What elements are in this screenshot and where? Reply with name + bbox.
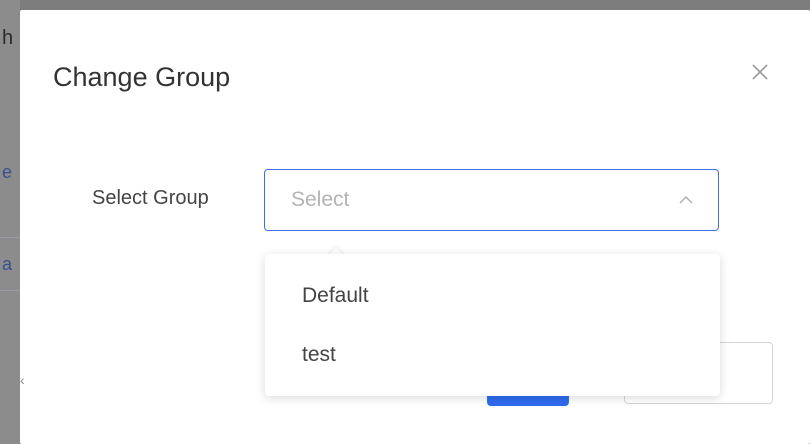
dropdown-option-default[interactable]: Default	[265, 268, 720, 324]
close-icon	[752, 64, 768, 80]
dropdown-option-label: Default	[302, 284, 369, 307]
background-text-fragment: h	[2, 27, 14, 49]
background-divider	[0, 237, 20, 238]
chevron-up-icon	[679, 195, 693, 204]
change-group-dialog: Change Group Select Group Select ‹ el De…	[20, 10, 810, 444]
background-divider	[0, 290, 20, 291]
background-tab-fragment: a	[2, 254, 13, 274]
background-page-edge: h e a	[0, 0, 20, 444]
close-button[interactable]	[745, 57, 775, 87]
dialog-title: Change Group	[53, 62, 231, 92]
footer-edge-fragment: ‹	[20, 372, 25, 388]
background-link-fragment: e	[2, 162, 13, 182]
group-select[interactable]: Select	[264, 169, 719, 231]
select-placeholder: Select	[291, 188, 350, 211]
select-group-label: Select Group	[92, 187, 209, 209]
group-dropdown-menu: Default test	[265, 254, 720, 396]
dropdown-option-test[interactable]: test	[265, 327, 720, 383]
dropdown-option-label: test	[302, 343, 336, 366]
